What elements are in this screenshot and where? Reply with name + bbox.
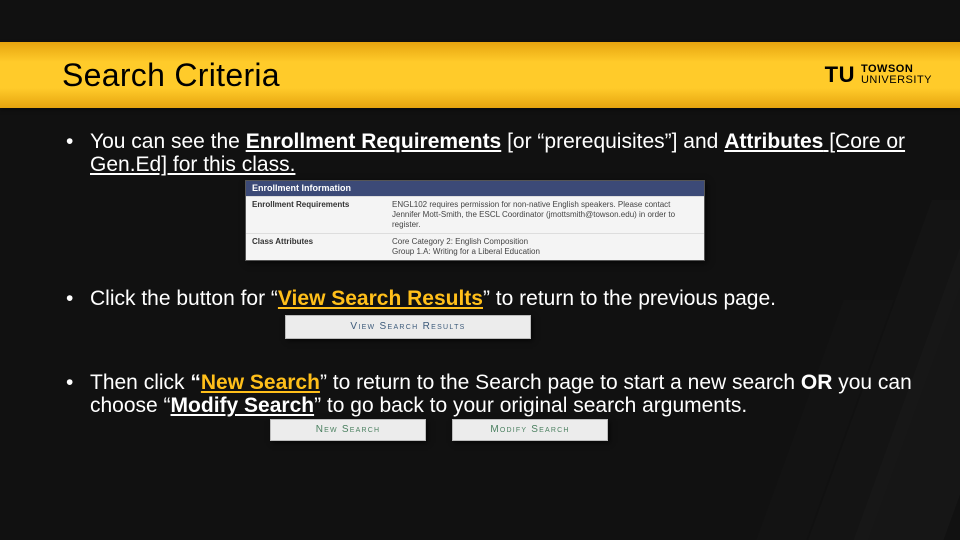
bullet-2: Click the button for “View Search Result… [62,287,920,338]
bullet-3: Then click “New Search” to return to the… [62,371,920,441]
enrollment-row-requirements: Enrollment Requirements ENGL102 requires… [246,196,704,233]
enrollment-info-panel: Enrollment Information Enrollment Requir… [245,180,705,261]
towson-logo: TU TOWSON UNIVERSITY [825,62,932,88]
logo-line2: UNIVERSITY [861,75,932,86]
modify-search-label: Modify Search [171,394,315,417]
new-search-label: New Search [201,371,320,394]
view-search-results-button[interactable]: View Search Results [285,315,531,339]
new-search-button[interactable]: New Search [270,419,426,441]
enrollment-info-header: Enrollment Information [246,181,704,196]
or-label: OR [801,371,833,394]
enrollment-requirements-label: Enrollment Requirements [246,130,502,153]
slide-content: You can see the Enrollment Requirements … [62,130,920,451]
header-band: Search Criteria TU TOWSON UNIVERSITY [0,42,960,108]
enrollment-row-attributes: Class Attributes Core Category 2: Englis… [246,233,704,260]
logo-abbr: TU [825,62,855,88]
attributes-label: Attributes [724,130,823,153]
slide: Search Criteria TU TOWSON UNIVERSITY You… [0,0,960,540]
modify-search-button[interactable]: Modify Search [452,419,608,441]
bullet-1: You can see the Enrollment Requirements … [62,130,920,261]
search-buttons-group: New Search Modify Search [270,419,920,441]
slide-title: Search Criteria [62,57,280,94]
view-search-results-label: View Search Results [278,287,483,310]
